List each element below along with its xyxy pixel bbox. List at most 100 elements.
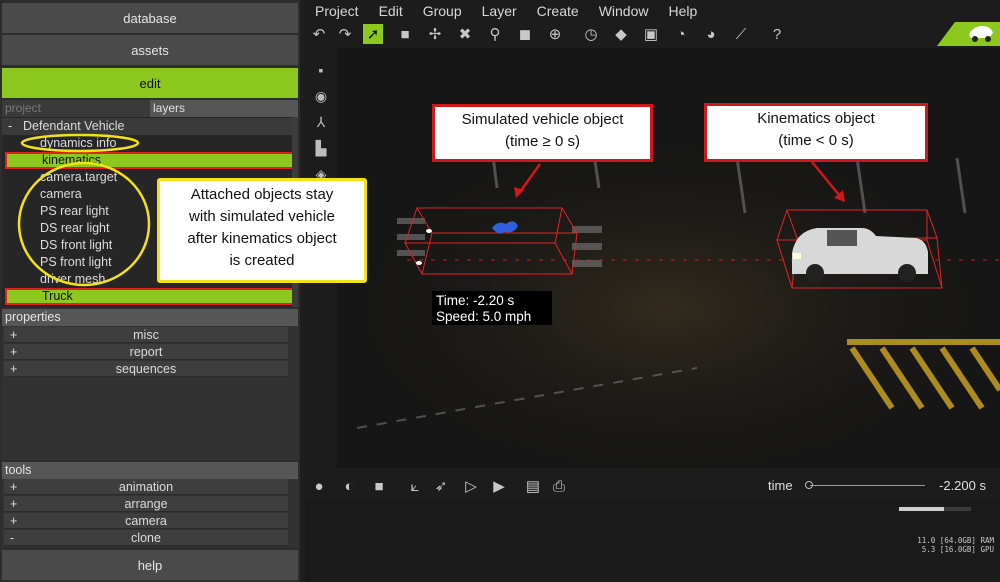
tree-item-defendant-vehicle[interactable]: - Defendant Vehicle	[2, 118, 292, 135]
tree-item-label: driver mesh	[40, 272, 106, 286]
expand-toggle[interactable]: +	[10, 496, 17, 512]
menu-layer[interactable]: Layer	[472, 0, 527, 22]
cube-icon[interactable]: ◼	[515, 24, 535, 44]
tree-item-label: dynamics info	[40, 136, 117, 150]
tree-item-label: camera.target	[40, 170, 118, 184]
main-area: Project Edit Group Layer Create Window H…	[305, 0, 1000, 582]
callout-attached-objects: Attached objects stay with simulated veh…	[157, 178, 367, 283]
app-window: database assets edit project layers - De…	[0, 0, 1000, 582]
toolbar: ↶ ↷ ➚ ■ ✢ ✖ ⚲ ◼ ⊕ ◷ ◆ ▣ ◔ ◕ ⟋ ?	[305, 22, 1000, 48]
tree-item-label: DS rear light	[40, 221, 110, 235]
tools-row-camera[interactable]: + camera	[4, 513, 288, 529]
help-icon[interactable]: ?	[767, 24, 787, 44]
menu-group[interactable]: Group	[413, 0, 472, 22]
print-icon[interactable]: ⎙	[549, 476, 569, 496]
playback-bar: ● ◐ ■ ⟀ ➶ ▷ ▶ ▤ ⎙ time -2.200 s	[305, 472, 1000, 500]
play-icon[interactable]: ▷	[461, 476, 481, 496]
memory-progress-fill	[899, 507, 944, 511]
menu-create[interactable]: Create	[527, 0, 589, 22]
properties-row-sequences[interactable]: + sequences	[4, 361, 288, 377]
tree-item-label: kinematics	[42, 153, 102, 167]
menu-project[interactable]: Project	[305, 0, 369, 22]
properties-row-misc[interactable]: + misc	[4, 327, 288, 343]
callout-line: Simulated vehicle object	[461, 111, 624, 128]
head-icon[interactable]: ◐	[339, 476, 359, 496]
paint-icon[interactable]: ◆	[611, 24, 631, 44]
tree-item-truck[interactable]: Truck	[5, 288, 295, 305]
tab-layers[interactable]: layers	[150, 100, 298, 117]
tools-row-arrange[interactable]: + arrange	[4, 496, 288, 512]
rotate-icon[interactable]: ◷	[581, 24, 601, 44]
tree-item-label: PS front light	[40, 255, 112, 269]
delete-icon[interactable]: ✖	[455, 24, 475, 44]
callout-simulated-vehicle: Simulated vehicle object (time ≥ 0 s)	[432, 104, 653, 162]
callout-kinematics: Kinematics object (time < 0 s)	[704, 103, 928, 162]
window-icon[interactable]: ▣	[641, 24, 661, 44]
axis-icon[interactable]: ⅄	[311, 112, 331, 132]
graph-icon[interactable]: ⟀	[405, 476, 425, 496]
expand-toggle[interactable]: +	[10, 479, 17, 495]
tree-item-label: camera	[40, 187, 82, 201]
lower-panel: 11.0 [64.0GB] RAM 5.3 [16.0GB] GPU	[305, 500, 1000, 582]
target-icon[interactable]: ◉	[311, 86, 331, 106]
callout-line: after kinematics object	[187, 230, 337, 247]
row-label: report	[129, 345, 163, 359]
expand-toggle[interactable]: +	[10, 513, 17, 529]
tree-item-label: PS rear light	[40, 204, 109, 218]
expand-toggle[interactable]: +	[10, 344, 17, 360]
speed-icon[interactable]: ◕	[701, 24, 721, 44]
menu-window[interactable]: Window	[589, 0, 659, 22]
menu-bar: Project Edit Group Layer Create Window H…	[305, 0, 1000, 22]
menu-edit[interactable]: Edit	[369, 0, 413, 22]
callout-line: Attached objects stay	[190, 186, 334, 203]
move-icon[interactable]: ⊕	[545, 24, 565, 44]
stop-icon[interactable]: ■	[369, 476, 389, 496]
calculator-icon[interactable]: ▤	[523, 476, 543, 496]
database-button[interactable]: database	[2, 3, 298, 33]
step-icon[interactable]: ▶	[489, 476, 509, 496]
panel-tabs: project layers	[2, 100, 298, 117]
memory-progress-bar	[899, 507, 971, 511]
help-button[interactable]: help	[2, 550, 298, 580]
assets-button[interactable]: assets	[2, 35, 298, 65]
gauge-icon[interactable]: ◔	[671, 24, 691, 44]
tools-row-clone[interactable]: - clone	[4, 530, 288, 546]
tab-project[interactable]: project	[2, 100, 150, 117]
expand-toggle[interactable]: +	[10, 361, 17, 377]
callout-line: with simulated vehicle	[189, 208, 335, 225]
ram-stat: 11.0 [64.0GB] RAM	[917, 536, 994, 545]
redo-icon[interactable]: ↷	[335, 24, 355, 44]
ruler-icon[interactable]: ⟋	[731, 24, 751, 44]
undo-icon[interactable]: ↶	[309, 24, 329, 44]
box-icon[interactable]: ■	[395, 24, 415, 44]
row-label: clone	[131, 531, 161, 545]
readout-speed: Speed: 5.0 mph	[436, 308, 532, 324]
menu-help[interactable]: Help	[658, 0, 707, 22]
callout-line: (time < 0 s)	[778, 132, 854, 149]
row-label: misc	[133, 328, 159, 342]
zoom-icon[interactable]: ⚲	[485, 24, 505, 44]
scene-icon[interactable]: ▙	[311, 138, 331, 158]
camera-view-icon[interactable]: ▪	[311, 60, 331, 80]
bird-icon[interactable]: ➶	[431, 476, 451, 496]
expand-toggle[interactable]: +	[10, 327, 17, 343]
tree-item-label: Defendant Vehicle	[23, 119, 125, 133]
expand-toggle[interactable]: -	[10, 530, 14, 546]
pin-icon[interactable]: ✢	[425, 24, 445, 44]
record-icon[interactable]: ●	[309, 476, 329, 496]
collapse-toggle[interactable]: -	[8, 118, 12, 135]
tree-item-kinematics[interactable]: kinematics	[5, 152, 295, 169]
row-label: camera	[125, 514, 167, 528]
row-label: animation	[118, 480, 174, 494]
gpu-stat: 5.3 [16.0GB] GPU	[921, 545, 994, 554]
edit-button[interactable]: edit	[2, 68, 298, 98]
row-label: sequences	[115, 362, 177, 376]
tools-header: tools	[2, 462, 298, 479]
tree-item-dynamics-info[interactable]: dynamics info	[2, 135, 292, 152]
time-slider[interactable]	[810, 485, 925, 486]
properties-row-report[interactable]: + report	[4, 344, 288, 360]
tools-row-animation[interactable]: + animation	[4, 479, 288, 495]
select-arrow-icon[interactable]: ➚	[363, 24, 383, 44]
tree-item-label: DS front light	[40, 238, 113, 252]
callout-line: (time ≥ 0 s)	[505, 133, 580, 150]
